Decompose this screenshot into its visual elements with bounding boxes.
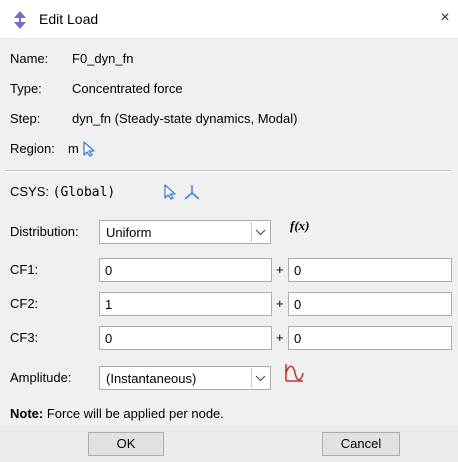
step-value: dyn_fn (Steady-state dynamics, Modal) (72, 111, 298, 126)
type-label: Type: (10, 81, 42, 96)
name-row: Name: F0_dyn_fn (10, 51, 133, 66)
type-row: Type: Concentrated force (10, 81, 183, 96)
csys-row: CSYS: (Global) (10, 184, 115, 200)
title-divider (0, 38, 458, 39)
section-divider (5, 170, 451, 172)
amplitude-label: Amplitude: (10, 370, 72, 385)
window-title: Edit Load (39, 11, 99, 27)
step-row: Step: dyn_fn (Steady-state dynamics, Mod… (10, 111, 297, 126)
distribution-select[interactable]: Uniform (99, 220, 271, 244)
chevron-down-icon[interactable] (251, 368, 269, 388)
cf1-fx-value: 0 (294, 263, 302, 278)
note-label: Note: (10, 406, 44, 421)
region-label: Region: (10, 141, 55, 156)
type-value: Concentrated force (72, 81, 183, 96)
name-value: F0_dyn_fn (72, 51, 134, 66)
cancel-button[interactable]: Cancel (322, 432, 400, 456)
select-arrow-icon[interactable] (82, 141, 96, 157)
cf2-fx-input[interactable]: 0 (288, 292, 452, 316)
region-row: Region: m (10, 141, 79, 156)
close-button[interactable]: × (436, 8, 454, 28)
cf1-label: CF1: (10, 262, 39, 277)
cf1-fx-input[interactable]: 0 (288, 258, 452, 282)
distribution-value: Uniform (106, 225, 152, 240)
cf3-fx-input[interactable]: 0 (288, 326, 452, 350)
chevron-down-icon[interactable] (251, 222, 269, 242)
note-body: Force will be applied per node. (46, 406, 224, 421)
axis-triad-icon[interactable] (183, 183, 201, 201)
amplitude-select[interactable]: (Instantaneous) (99, 366, 271, 390)
amplitude-curve-icon[interactable] (283, 362, 305, 384)
csys-label: CSYS: (10, 184, 50, 199)
plus-sign: + (276, 296, 284, 311)
cf2-value: 1 (105, 297, 113, 312)
cf2-input[interactable]: 1 (99, 292, 272, 316)
region-value: m (68, 141, 79, 156)
cf3-input[interactable]: 0 (99, 326, 272, 350)
cf3-label: CF3: (10, 330, 39, 345)
fx-label: f(x) (290, 218, 310, 233)
distribution-label: Distribution: (10, 224, 79, 239)
cf2-label: CF2: (10, 296, 39, 311)
cf1-input[interactable]: 0 (99, 258, 272, 282)
csys-value: (Global) (52, 185, 116, 200)
amplitude-value: (Instantaneous) (106, 371, 197, 386)
cf2-fx-value: 0 (294, 297, 302, 312)
cf1-value: 0 (105, 263, 113, 278)
step-label: Step: (10, 111, 41, 126)
ok-button[interactable]: OK (88, 432, 164, 456)
name-label: Name: (10, 51, 49, 66)
plus-sign: + (276, 330, 284, 345)
note-text: Note: Force will be applied per node. (10, 406, 224, 421)
load-arrows-icon (14, 11, 26, 29)
csys-select-icon[interactable] (163, 184, 177, 200)
cf3-fx-value: 0 (294, 331, 302, 346)
plus-sign: + (276, 262, 284, 277)
cf3-value: 0 (105, 331, 113, 346)
